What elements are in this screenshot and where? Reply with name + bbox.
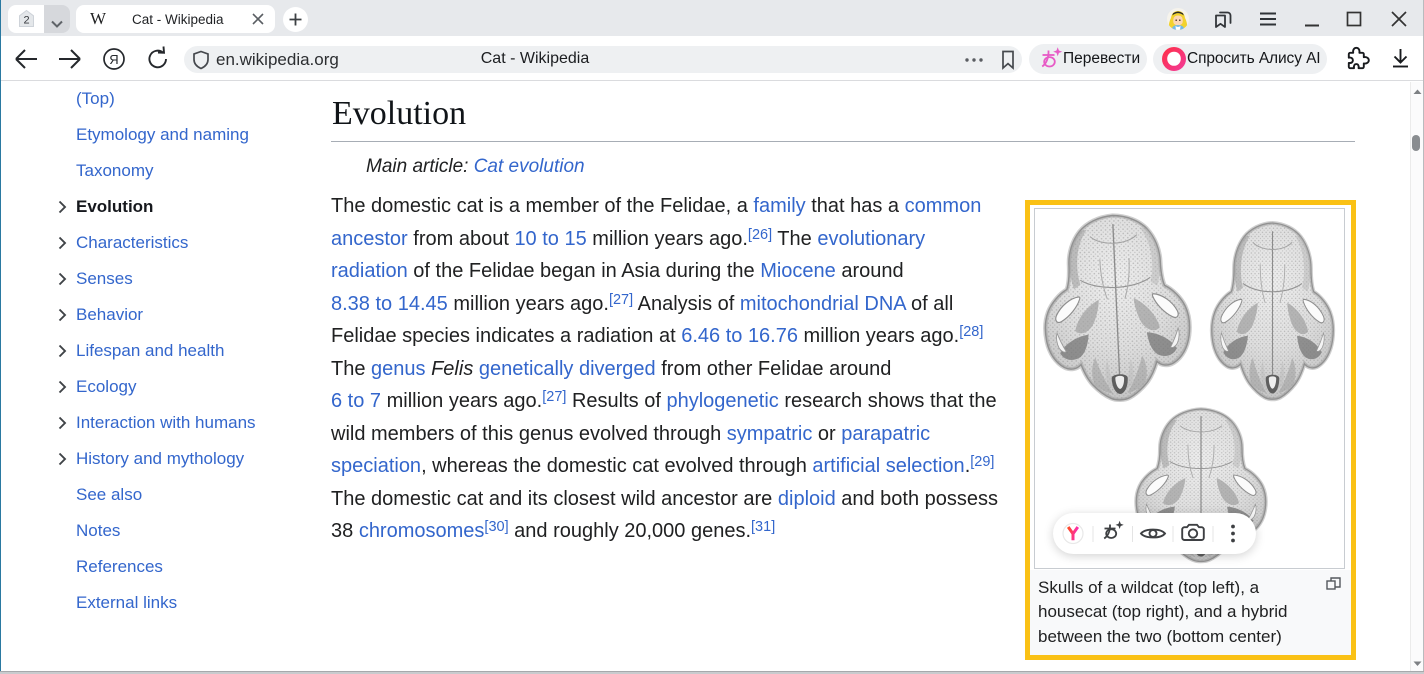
svg-text:2: 2 bbox=[23, 15, 29, 27]
svg-text:Я: Я bbox=[109, 52, 118, 67]
